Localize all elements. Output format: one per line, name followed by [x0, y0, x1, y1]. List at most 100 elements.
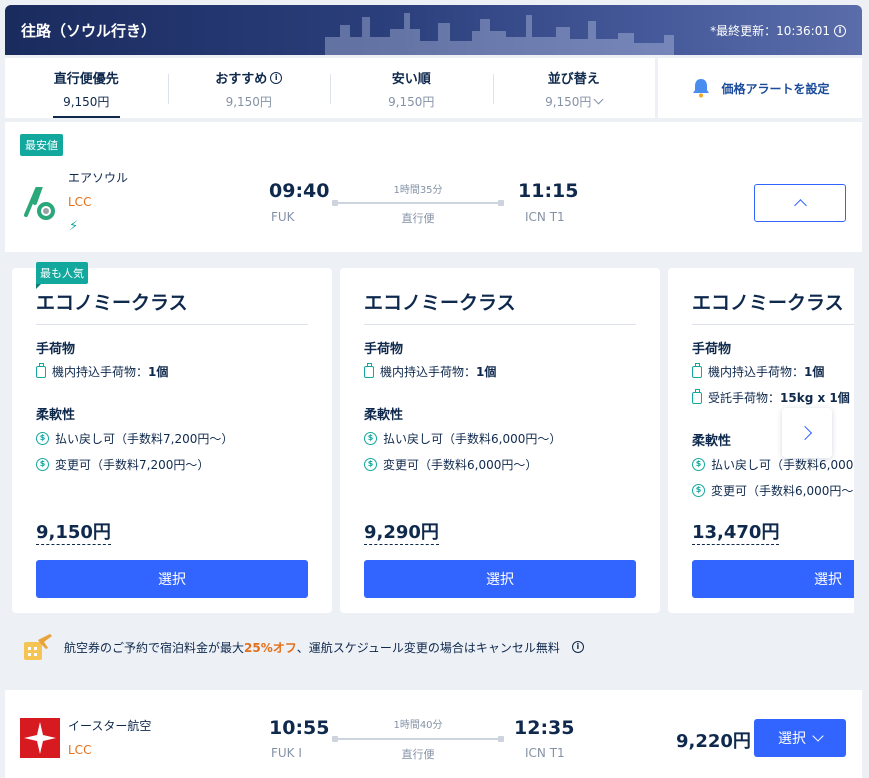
change-policy: $ 変更可（手数料6,000円～）	[364, 456, 537, 473]
carry-on-baggage: 機内持込手荷物： 1個	[36, 362, 169, 380]
air-seoul-logo	[24, 187, 55, 220]
feature-value: 15kg x 1個	[780, 391, 850, 405]
info-icon[interactable]: i	[270, 71, 283, 84]
flight-result-card[interactable]: イースター航空 LCC 10:55 FUK I 1時間40分 直行便 12:35…	[5, 690, 862, 778]
chevron-down-icon	[812, 729, 824, 742]
promo-text-pre: 航空券のご予約で宿泊料金が最大	[64, 640, 245, 655]
arrival-airport: ICN T1	[525, 746, 565, 760]
change-policy: $ 変更可（手数料6,000円～）	[692, 482, 854, 499]
stops-label: 直行便	[401, 212, 435, 225]
divider	[692, 324, 854, 325]
arrival-time: 11:15	[518, 180, 579, 202]
tab-label: おすすめ	[215, 72, 268, 87]
chevron-down-icon	[593, 94, 604, 105]
dollar-icon: $	[364, 432, 377, 445]
tab-cheapest[interactable]: 安い順 9,150円	[330, 58, 493, 118]
city-skyline-image	[325, 13, 674, 55]
lcc-tag: LCC	[68, 195, 92, 209]
route-line	[332, 736, 504, 742]
dollar-icon: $	[36, 458, 49, 471]
bag-icon	[364, 362, 374, 378]
feature-label: 機内持込手荷物：	[52, 365, 149, 379]
tab-direct-first[interactable]: 直行便優先 9,150円	[5, 58, 168, 118]
cabin-class: エコノミークラス	[692, 292, 844, 314]
feature-value: 1個	[148, 365, 169, 379]
divider	[364, 324, 636, 325]
flight-duration: 1時間35分	[393, 185, 443, 196]
route-line	[332, 200, 504, 206]
baggage-heading: 手荷物	[36, 342, 76, 357]
fare-price[interactable]: 9,290円	[364, 522, 439, 545]
collapse-fares-button[interactable]	[754, 184, 846, 222]
info-icon[interactable]: i	[834, 24, 846, 37]
feature-label: 受託手荷物：	[708, 391, 781, 405]
hotel-promo-banner: 航空券のご予約で宿泊料金が最大25%オフ、運航スケジュール変更の場合はキャンセル…	[20, 630, 584, 664]
flexibility-heading: 柔軟性	[364, 408, 404, 423]
suitcase-icon	[692, 388, 702, 404]
cabin-class: エコノミークラス	[364, 292, 516, 314]
arrival-airport: ICN T1	[525, 210, 565, 224]
dollar-icon: $	[692, 458, 705, 471]
cheapest-badge: 最安値	[20, 134, 63, 156]
airline-name: エアソウル	[68, 171, 129, 185]
tab-price: 9,150円	[225, 95, 272, 109]
feature-label: 変更可（手数料6,000円～）	[711, 484, 854, 498]
promo-text-post: 、運航スケジュール変更の場合はキャンセル無料	[296, 640, 560, 655]
flexibility-heading: 柔軟性	[692, 434, 732, 449]
carousel-next-button[interactable]	[782, 408, 832, 458]
select-flight-button[interactable]: 選択	[754, 719, 846, 757]
feature-label: 機内持込手荷物：	[380, 365, 477, 379]
most-popular-badge: 最も人気	[36, 262, 88, 289]
tab-price: 9,150円	[388, 95, 435, 109]
baggage-heading: 手荷物	[364, 342, 404, 357]
tab-sort-by[interactable]: 並び替え 9,150円	[492, 58, 656, 118]
flexibility-heading: 柔軟性	[36, 408, 76, 423]
fare-price[interactable]: 9,150円	[36, 522, 111, 545]
route-header: 往路（ソウル行き） *最終更新：10:36:01 i	[5, 5, 862, 55]
flight-duration: 1時間40分	[393, 720, 443, 731]
promo-highlight: 25%オフ	[244, 640, 297, 655]
departure-time: 09:40	[269, 180, 330, 202]
info-icon[interactable]: i	[571, 641, 584, 653]
carry-on-baggage: 機内持込手荷物： 1個	[364, 362, 497, 380]
chevron-up-icon	[793, 199, 807, 212]
feature-value: 1個	[476, 365, 497, 379]
feature-label: 変更可（手数料6,000円～）	[383, 458, 538, 472]
dollar-icon: $	[36, 432, 49, 445]
tab-label: 並び替え	[547, 72, 600, 87]
bag-icon	[692, 362, 702, 378]
feature-label: 払い戻し可（手数料6,000円～）	[711, 458, 854, 472]
tab-recommended[interactable]: おすすめ i 9,150円	[167, 58, 331, 118]
feature-label: 機内持込手荷物：	[708, 365, 805, 379]
refund-policy: $ 払い戻し可（手数料6,000円～）	[364, 430, 561, 447]
divider	[36, 324, 308, 325]
select-label: 選択	[778, 731, 806, 747]
last-updated: *最終更新：10:36:01 i	[710, 22, 846, 39]
select-fare-button[interactable]: 選択	[364, 560, 636, 598]
dollar-icon: $	[692, 484, 705, 497]
price-alert-button[interactable]: 価格アラートを設定	[658, 58, 862, 118]
select-fare-button[interactable]: 選択	[36, 560, 308, 598]
departure-time: 10:55	[269, 717, 330, 739]
fare-price[interactable]: 13,470円	[692, 522, 780, 545]
select-fare-button[interactable]: 選択	[692, 560, 854, 598]
departure-airport: FUK I	[271, 746, 302, 760]
cabin-class: エコノミークラス	[36, 292, 188, 314]
lightning-icon: ⚡	[69, 219, 79, 234]
fare-option-card: エコノミークラス 手荷物 機内持込手荷物： 1個 柔軟性 $ 払い戻し可（手数料6…	[340, 268, 660, 613]
last-updated-text: *最終更新：10:36:01	[710, 24, 830, 38]
checked-baggage: 受託手荷物： 15kg x 1個	[692, 388, 850, 406]
tab-price: 9,150円	[545, 95, 592, 109]
tab-label: 直行便優先	[53, 72, 119, 87]
promo-text: 航空券のご予約で宿泊料金が最大25%オフ、運航スケジュール変更の場合はキャンセル…	[64, 639, 560, 656]
bell-icon	[693, 79, 710, 98]
airline-name: イースター航空	[68, 719, 152, 733]
feature-value: 1個	[804, 365, 825, 379]
arrival-time: 12:35	[514, 717, 575, 739]
tab-price: 9,150円	[63, 95, 110, 109]
dollar-icon: $	[364, 458, 377, 471]
feature-label: 変更可（手数料7,200円～）	[55, 458, 210, 472]
change-policy: $ 変更可（手数料7,200円～）	[36, 456, 209, 473]
refund-policy: $ 払い戻し可（手数料6,000円～）	[692, 456, 854, 473]
stops-label: 直行便	[401, 748, 435, 761]
